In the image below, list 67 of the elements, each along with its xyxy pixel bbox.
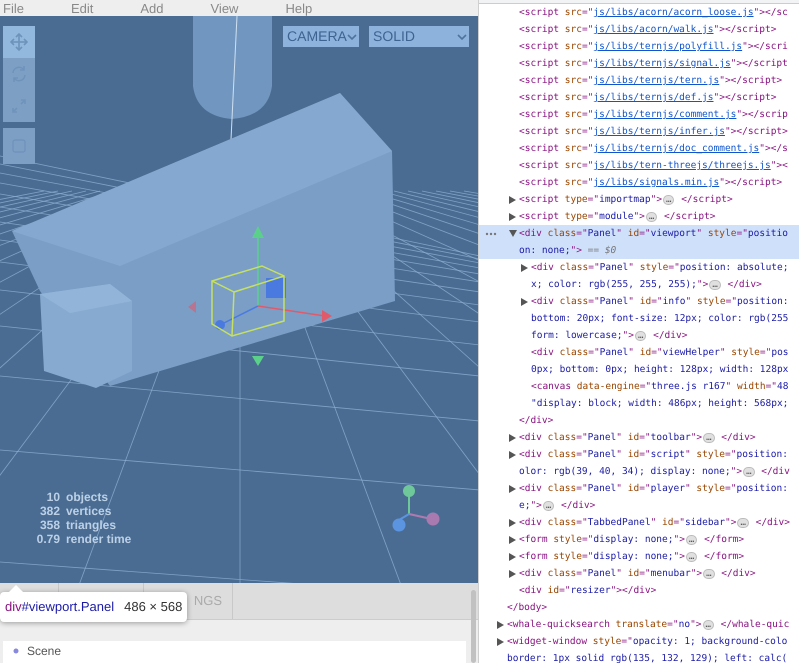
expand-arrow-icon[interactable] — [509, 570, 516, 578]
code-line[interactable]: <div class="Panel" id="info" style="position: — [531, 293, 789, 310]
stat-label: vertices — [66, 505, 112, 518]
dot-icon — [13, 648, 19, 654]
chevron-down-icon — [457, 32, 467, 40]
expand-arrow-icon[interactable] — [497, 638, 504, 646]
expand-arrow-icon[interactable] — [521, 298, 528, 306]
code-line[interactable]: form: lowercase;"> … </div> — [531, 327, 688, 344]
code-line[interactable]: <script src="js/libs/acorn/acorn_loose.js"></sc — [519, 4, 788, 21]
expand-arrow-icon[interactable] — [509, 484, 516, 492]
stat-value: 10 — [46, 491, 60, 504]
code-line[interactable]: <div id="resizer"></div> — [519, 582, 656, 599]
code-line[interactable]: <script src="js/libs/ternjs/infer.js"></script> — [519, 123, 788, 140]
expand-arrow-icon[interactable] — [521, 264, 528, 272]
stat-label: render time — [66, 533, 132, 546]
stat-label: objects — [66, 491, 108, 504]
code-line[interactable]: <script src="js/libs/ternjs/tern.js"></script> — [519, 72, 782, 89]
chevron-down-icon — [347, 32, 357, 40]
code-line[interactable]: <div class="Panel" id="toolbar"> … </div> — [519, 429, 756, 446]
stat-value: 358 — [38, 519, 60, 532]
code-line[interactable]: 0px; bottom: 0px; height: 128px; width: 128px — [531, 361, 788, 378]
code-line[interactable]: <script src="js/libs/signals.min.js"></script> — [519, 174, 782, 191]
code-line[interactable]: <widget-window style="opacity: 1; background-colo — [507, 633, 788, 650]
code-line[interactable]: <div class="Panel" id="menubar"> … </div> — [519, 565, 756, 582]
code-line[interactable]: bottom: 20px; font-size: 12px; color: rgb(255 — [531, 310, 788, 327]
code-line[interactable]: <script src="js/libs/ternjs/polyfill.js"></scri — [519, 38, 788, 55]
more-options-icon[interactable] — [485, 232, 497, 236]
code-line[interactable]: <script src="js/libs/ternjs/comment.js"></scrip — [519, 106, 788, 123]
scrollbar[interactable] — [471, 590, 476, 663]
expand-arrow-icon[interactable] — [509, 518, 516, 526]
code-line[interactable]: <script src="js/libs/acorn/walk.js"></script> — [519, 21, 776, 38]
expand-arrow-icon[interactable] — [509, 552, 516, 560]
expand-arrow-icon[interactable] — [509, 450, 516, 458]
code-line[interactable]: <form style="display: none;"> … </form> — [519, 548, 744, 565]
move-icon — [9, 32, 29, 52]
code-line[interactable]: <div class="TabbedPanel" id="sidebar"> … </div> — [519, 514, 790, 531]
code-line[interactable]: <script type="module"> … </script> — [519, 208, 716, 225]
collapse-arrow-icon[interactable] — [509, 230, 517, 237]
stat-value: 0.79 — [36, 533, 60, 546]
code-line[interactable]: <div class="Panel" style="position: absolute; — [531, 259, 788, 276]
expand-arrow-icon[interactable] — [509, 434, 516, 442]
expand-arrow-icon[interactable] — [509, 196, 516, 204]
code-line[interactable]: "display: block; width: 486px; height: 568px; — [531, 395, 788, 412]
code-line[interactable]: <div class="Panel" id="player" style="position: — [519, 480, 788, 497]
code-line[interactable]: <div class="Panel" id="script" style="position: — [519, 446, 788, 463]
code-line[interactable]: <script src="js/libs/tern-threejs/threejs.js">< — [519, 157, 788, 174]
expand-arrow-icon[interactable] — [509, 536, 516, 544]
code-line[interactable]: <script src="js/libs/ternjs/signal.js"></script — [519, 55, 788, 72]
code-line[interactable]: </body> — [507, 599, 548, 616]
code-line[interactable]: border: 1px solid rgb(135, 132, 129); left: calc( — [507, 650, 788, 663]
code-line[interactable]: </div> — [519, 412, 554, 429]
element-selector: div#viewport.Panel — [5, 598, 114, 616]
outliner-item[interactable]: Scene — [27, 642, 62, 660]
code-line[interactable]: <form style="display: none;"> … </form> — [519, 531, 744, 548]
expand-arrow-icon[interactable] — [509, 212, 516, 220]
expand-arrow-icon[interactable] — [497, 620, 504, 628]
code-line[interactable]: x; color: rgb(255, 255, 255);"> … </div> — [531, 276, 762, 293]
code-line[interactable]: e;"> … </div> — [519, 497, 596, 514]
code-line[interactable]: olor: rgb(39, 40, 34); display: none;"> … </div — [519, 463, 790, 480]
stat-value: 382 — [38, 505, 60, 518]
code-line[interactable]: <whale-quicksearch translate="no"> … </whale-quic — [507, 616, 790, 633]
code-line[interactable]: <div class="Panel" id="viewHelper" style="pos — [531, 344, 789, 361]
code-line[interactable]: <script src="js/libs/ternjs/def.js"></script> — [519, 89, 776, 106]
code-line[interactable]: <script src="js/libs/ternjs/doc_comment.js"></s — [519, 140, 788, 157]
code-line[interactable]: <script type="importmap"> … </script> — [519, 191, 733, 208]
code-line[interactable]: <canvas data-engine="three.js r167" width="48 — [531, 378, 788, 395]
stat-label: triangles — [66, 519, 116, 532]
